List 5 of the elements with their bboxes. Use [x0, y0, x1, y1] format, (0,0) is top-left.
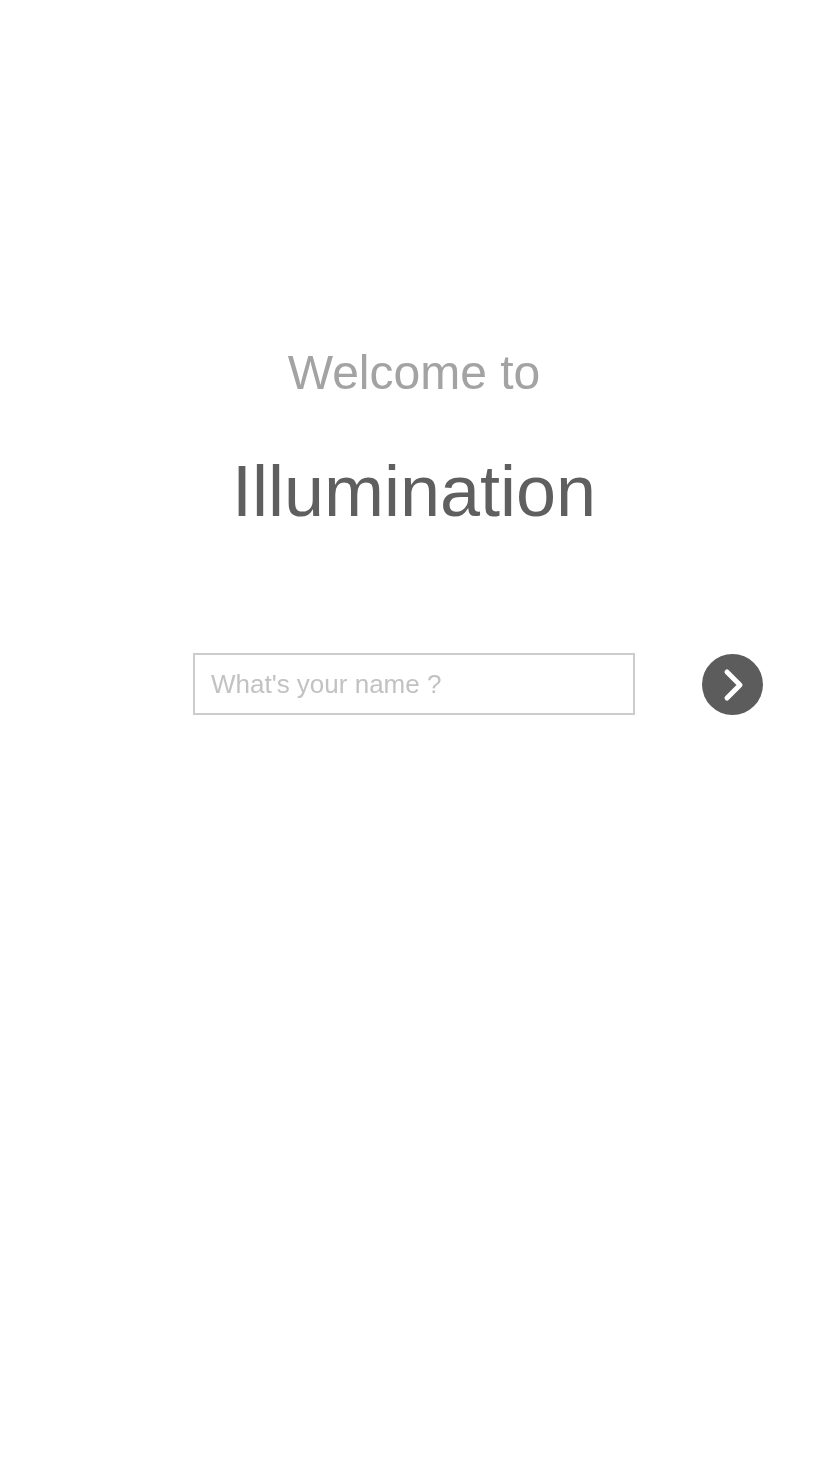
app-title: Illumination [231, 450, 597, 533]
next-button[interactable] [702, 654, 763, 715]
name-field[interactable]: What's your name ? [193, 653, 635, 715]
welcome-text: Welcome to [287, 345, 541, 401]
chevron-right-icon [723, 667, 745, 702]
